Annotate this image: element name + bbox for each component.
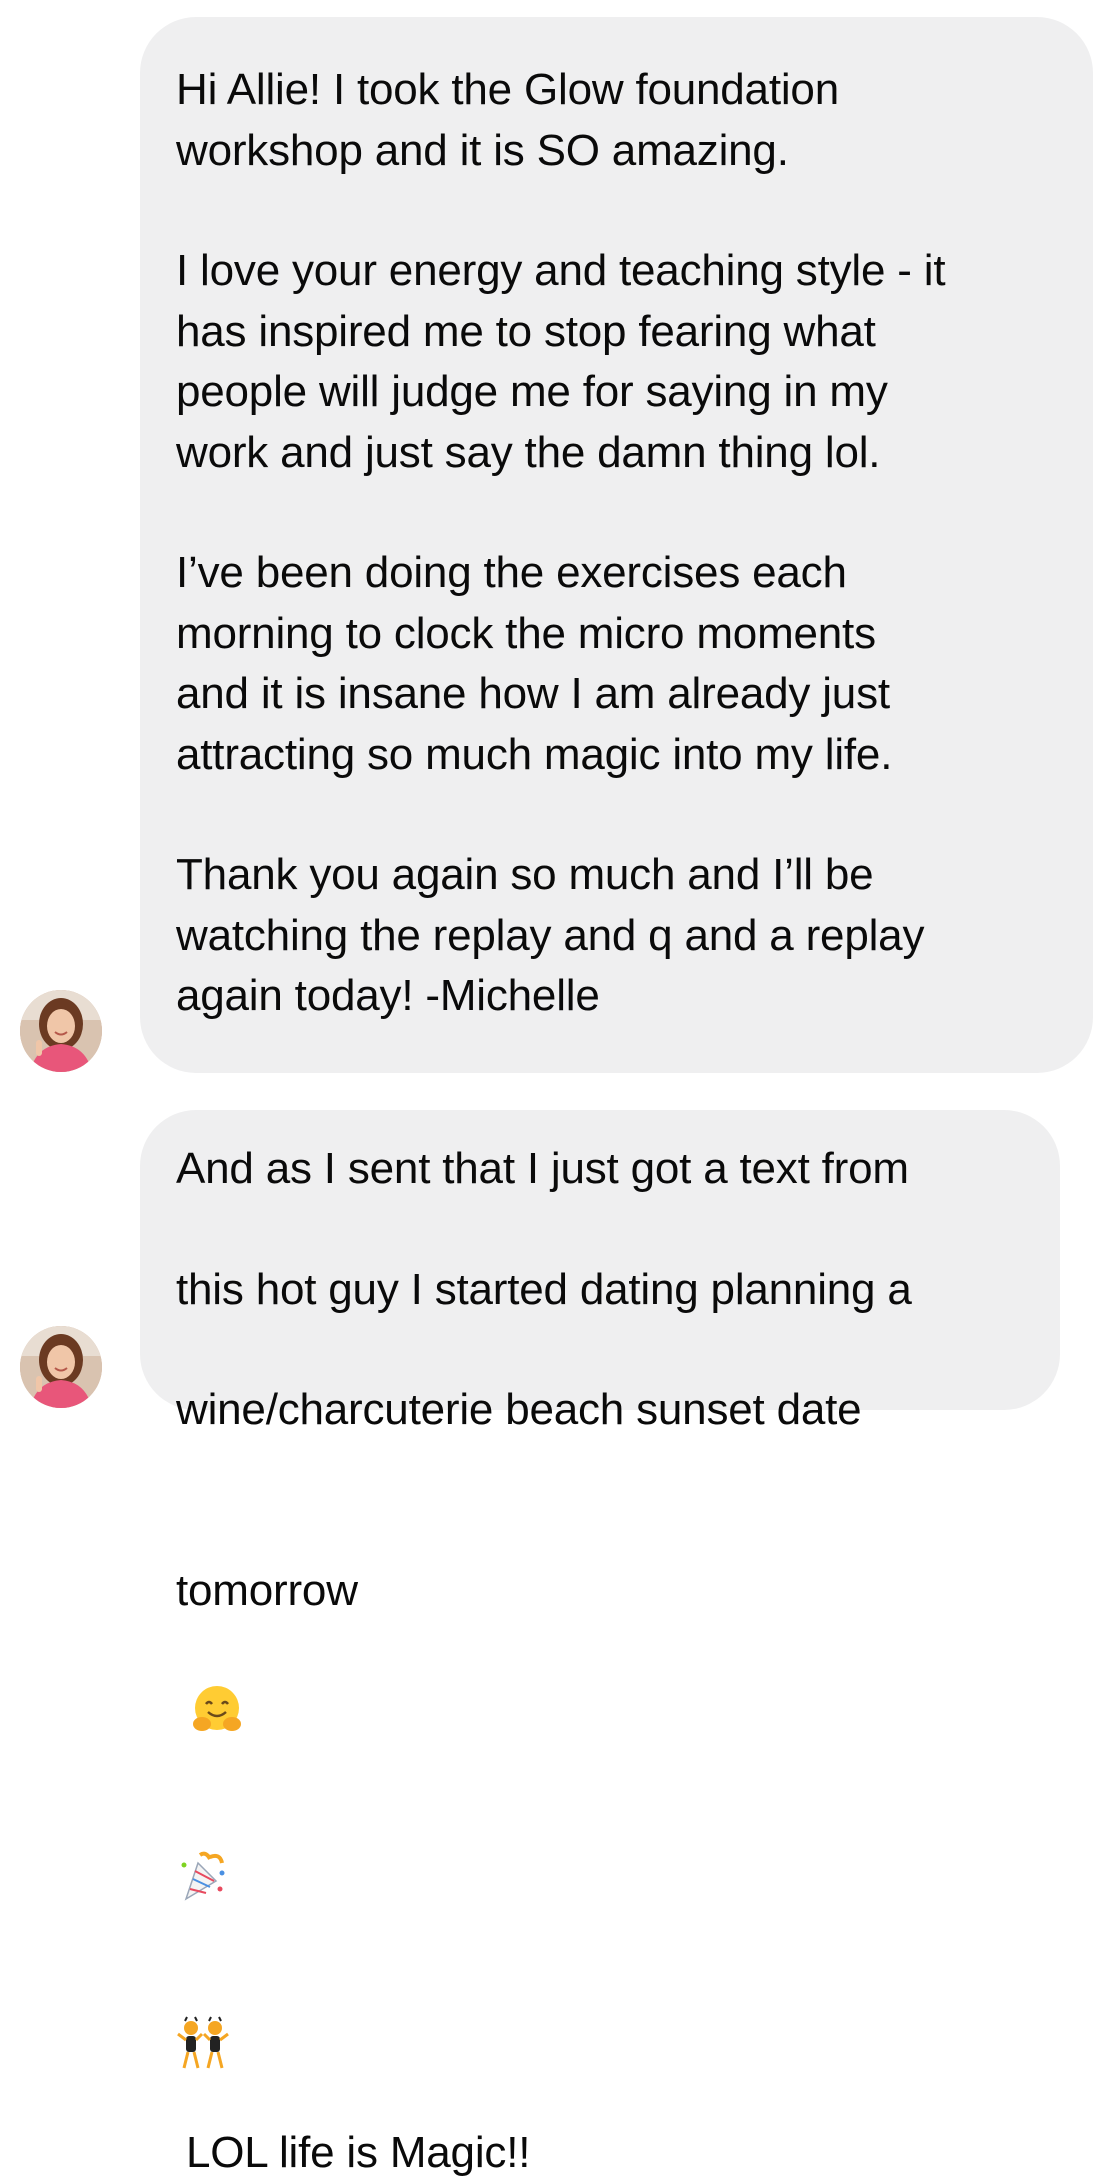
message-text: tomorrow	[176, 1566, 358, 1615]
message-paragraph: I love your energy and teaching style - …	[176, 241, 1057, 483]
message-line: wine/charcuterie beach sunset date	[176, 1380, 1024, 1441]
message-paragraph: Hi Allie! I took the Glow foundation wor…	[176, 60, 1057, 181]
message-text: LOL life is Magic!!	[186, 2128, 530, 2177]
message-last-line: tomorrow	[176, 1501, 1024, 2183]
message-line: this hot guy I started dating planning a	[176, 1260, 1024, 1321]
message-line: And as I sent that I just got a text fro…	[176, 1139, 1024, 1200]
message-bubble[interactable]: Hi Allie! I took the Glow foundation wor…	[140, 17, 1093, 1073]
message-paragraph: Thank you again so much and I’ll be watc…	[176, 845, 1057, 1027]
avatar[interactable]	[20, 1326, 102, 1408]
message-paragraph: I’ve been doing the exercises each morni…	[176, 543, 1057, 785]
avatar[interactable]	[20, 990, 102, 1072]
message-bubble[interactable]: And as I sent that I just got a text fro…	[140, 1110, 1060, 1410]
hugging-face-emoji	[190, 1622, 244, 1676]
dancing-women-emoji	[176, 1956, 230, 2010]
party-popper-emoji	[176, 1789, 230, 1843]
